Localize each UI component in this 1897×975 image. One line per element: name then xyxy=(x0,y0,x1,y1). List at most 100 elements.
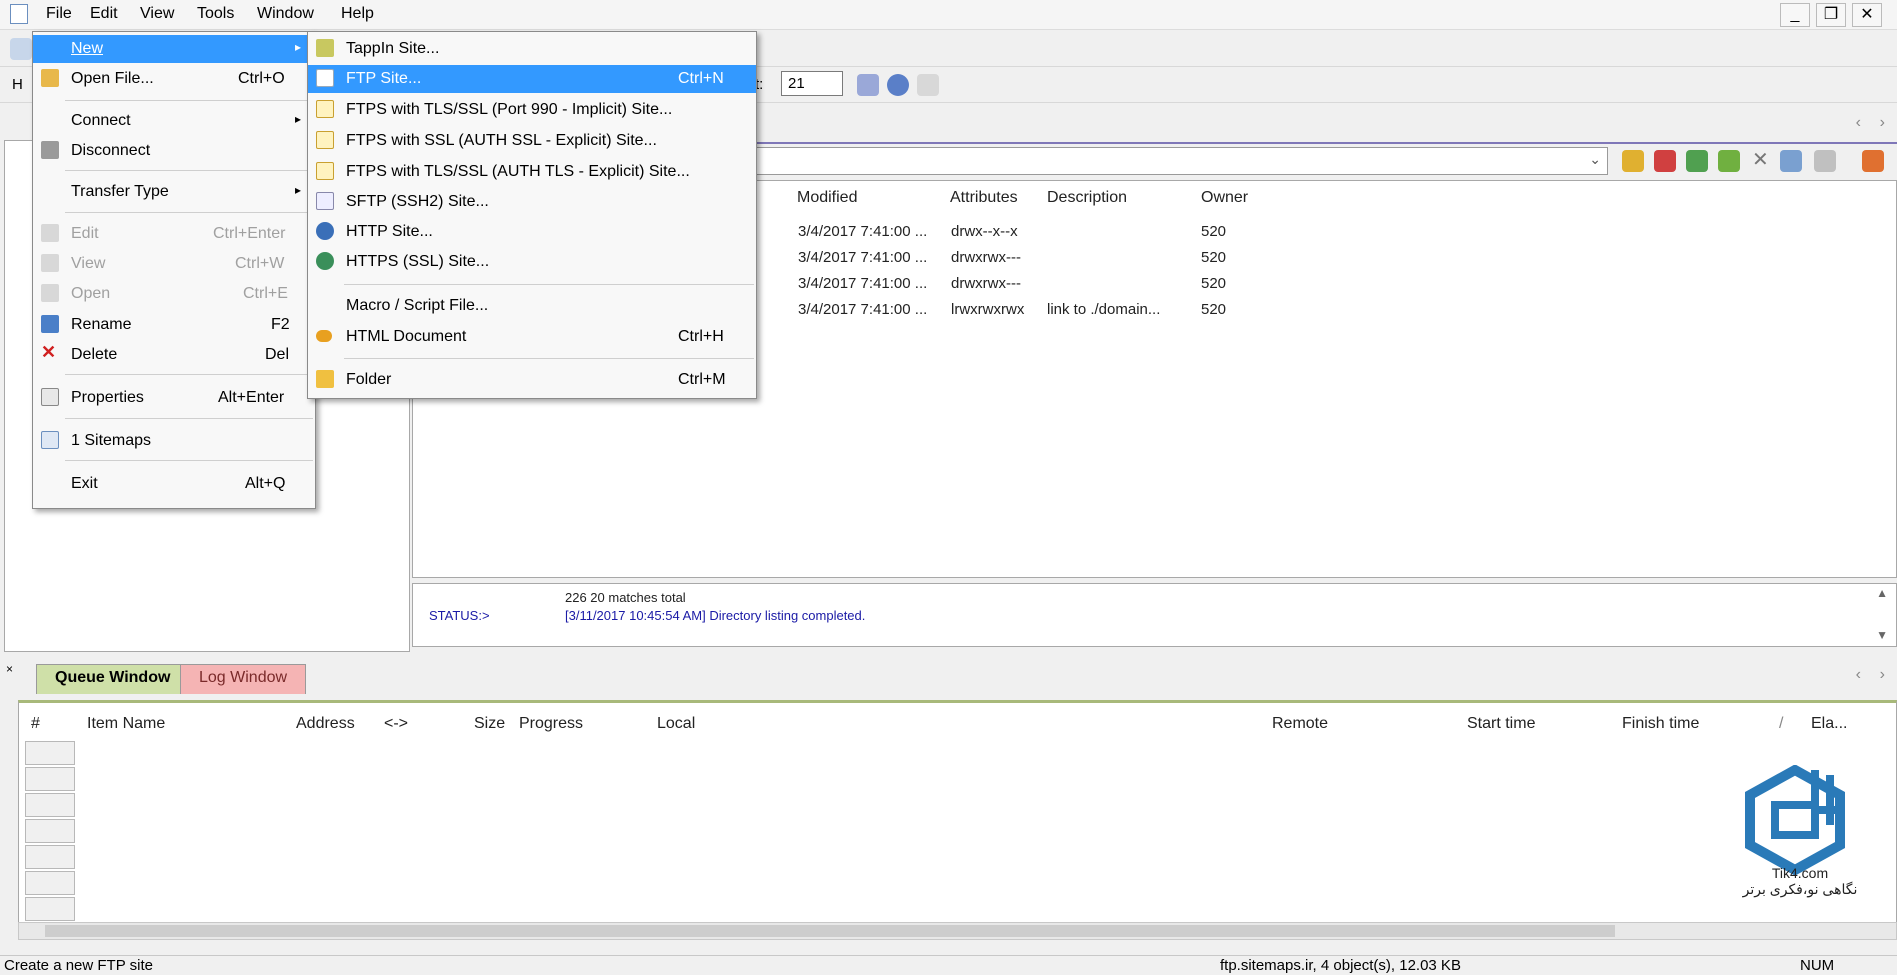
queue-col-progress[interactable]: Progress xyxy=(519,715,583,733)
menu-item-connect[interactable]: Connect ▸ xyxy=(33,107,315,135)
menu-item-delete[interactable]: ✕ Delete Del xyxy=(33,341,315,369)
horizontal-scrollbar[interactable] xyxy=(18,922,1897,940)
globe-icon[interactable] xyxy=(887,74,909,96)
queue-row-header[interactable] xyxy=(25,845,75,869)
queue-col-direction[interactable]: <-> xyxy=(384,715,408,733)
queue-col-size[interactable]: Size xyxy=(474,715,505,733)
column-owner[interactable]: Owner xyxy=(1201,189,1248,207)
submenu-item-http-site[interactable]: HTTP Site... xyxy=(308,218,756,246)
scrollbar-thumb[interactable] xyxy=(45,925,1615,937)
menu-item-label: SFTP (SSH2) Site... xyxy=(346,193,489,210)
queue-col-remote[interactable]: Remote xyxy=(1272,715,1328,733)
queue-col-local[interactable]: Local xyxy=(657,715,695,733)
submenu-item-folder[interactable]: Folder Ctrl+M xyxy=(308,366,756,394)
queue-col-sort[interactable]: / xyxy=(1779,715,1783,733)
chevron-down-icon[interactable]: ⌄ xyxy=(1589,151,1601,168)
tab-queue-window[interactable]: Queue Window xyxy=(36,664,190,694)
queue-col-index[interactable]: # xyxy=(31,715,40,733)
submenu-item-ftp-site[interactable]: FTP Site... Ctrl+N xyxy=(308,65,756,93)
scroll-down-icon[interactable]: ▼ xyxy=(1876,628,1888,642)
queue-col-address[interactable]: Address xyxy=(296,715,355,733)
queue-col-item-name[interactable]: Item Name xyxy=(87,715,165,733)
queue-table[interactable]: # Item Name Address <-> Size Progress Lo… xyxy=(18,700,1897,938)
status-message: Create a new FTP site xyxy=(4,957,153,974)
menu-item-label: Properties xyxy=(71,389,144,406)
queue-col-elapsed[interactable]: Ela... xyxy=(1811,715,1847,733)
menu-tools[interactable]: Tools xyxy=(197,5,234,23)
column-description[interactable]: Description xyxy=(1047,189,1127,207)
submenu-item-macro-script[interactable]: Macro / Script File... xyxy=(308,292,756,320)
menu-item-shortcut: Del xyxy=(265,346,290,363)
queue-row-header[interactable] xyxy=(25,741,75,765)
menu-help[interactable]: Help xyxy=(341,5,374,23)
queue-col-start-time[interactable]: Start time xyxy=(1467,715,1535,733)
menu-separator xyxy=(65,460,313,461)
menu-edit[interactable]: Edit xyxy=(90,5,118,23)
menu-item-shortcut: Ctrl+Enter xyxy=(213,225,286,242)
menu-file[interactable]: File xyxy=(46,5,72,23)
scroll-up-icon[interactable]: ▲ xyxy=(1876,586,1888,600)
menu-window[interactable]: Window xyxy=(257,5,314,23)
menu-item-new[interactable]: New ▸ xyxy=(33,35,315,63)
submenu-item-ftps-auth-tls[interactable]: FTPS with TLS/SSL (AUTH TLS - Explicit) … xyxy=(308,158,756,186)
ftps-lock-icon xyxy=(316,131,334,149)
queue-row-header[interactable] xyxy=(25,767,75,791)
up-folder-icon[interactable] xyxy=(1622,150,1644,172)
settings-icon[interactable] xyxy=(917,74,939,96)
status-bar: Create a new FTP site ftp.sitemaps.ir, 4… xyxy=(0,955,1897,975)
menu-item-label: FTPS with TLS/SSL (AUTH TLS - Explicit) … xyxy=(346,163,690,180)
pane-close-icon[interactable]: × xyxy=(6,662,13,676)
bookmark-icon[interactable] xyxy=(1654,150,1676,172)
port-input[interactable] xyxy=(781,71,843,96)
menu-item-rename[interactable]: Rename F2 xyxy=(33,311,315,339)
menu-item-label: FTP Site... xyxy=(346,70,422,87)
queue-tabs: Queue Window Log Window ‹ › xyxy=(18,660,1897,696)
queue-scroll-left-icon[interactable]: ‹ xyxy=(1856,666,1861,684)
tab-scroll-right-icon[interactable]: › xyxy=(1880,114,1885,132)
filter-icon[interactable] xyxy=(1718,150,1740,172)
quick-connect-icon[interactable] xyxy=(10,38,32,60)
chart-icon[interactable] xyxy=(1862,150,1884,172)
submenu-arrow-icon: ▸ xyxy=(295,112,302,126)
menu-item-label: Exit xyxy=(71,475,98,492)
submenu-item-ftps-implicit[interactable]: FTPS with TLS/SSL (Port 990 - Implicit) … xyxy=(308,96,756,124)
sync-icon[interactable] xyxy=(1814,150,1836,172)
submenu-item-tappin-site[interactable]: TappIn Site... xyxy=(308,35,756,63)
menu-item-transfer-type[interactable]: Transfer Type ▸ xyxy=(33,178,315,206)
menu-item-open-file[interactable]: Open File... Ctrl+O xyxy=(33,65,315,93)
refresh-icon[interactable] xyxy=(1686,150,1708,172)
menu-item-exit[interactable]: Exit Alt+Q xyxy=(33,470,315,498)
restore-button[interactable]: ❐ xyxy=(1816,3,1846,27)
stop-icon[interactable]: ✕ xyxy=(1752,147,1769,172)
menu-item-recent-sitemaps[interactable]: 1 Sitemaps xyxy=(33,427,315,455)
menu-item-label: 1 Sitemaps xyxy=(71,432,152,449)
submenu-item-html-document[interactable]: HTML Document Ctrl+H xyxy=(308,323,756,351)
menu-view[interactable]: View xyxy=(140,5,174,23)
queue-row-header[interactable] xyxy=(25,793,75,817)
queue-row-header[interactable] xyxy=(25,871,75,895)
queue-col-finish-time[interactable]: Finish time xyxy=(1622,715,1699,733)
queue-row-header[interactable] xyxy=(25,819,75,843)
menu-item-label: Folder xyxy=(346,371,392,388)
tab-scroll-left-icon[interactable]: ‹ xyxy=(1856,114,1861,132)
minimize-button[interactable]: _ xyxy=(1780,3,1810,27)
queue-row-header[interactable] xyxy=(25,897,75,921)
menu-item-view[interactable]: View Ctrl+W xyxy=(33,250,315,278)
submenu-item-sftp-site[interactable]: SFTP (SSH2) Site... xyxy=(308,188,756,216)
connect-icon[interactable] xyxy=(857,74,879,96)
submenu-item-https-site[interactable]: HTTPS (SSL) Site... xyxy=(308,248,756,276)
column-modified[interactable]: Modified xyxy=(797,189,857,207)
menu-item-disconnect[interactable]: Disconnect xyxy=(33,137,315,165)
menu-item-properties[interactable]: Properties Alt+Enter xyxy=(33,384,315,412)
submenu-item-ftps-auth-ssl[interactable]: FTPS with SSL (AUTH SSL - Explicit) Site… xyxy=(308,127,756,155)
menu-item-label: Delete xyxy=(71,346,118,363)
cell-owner: 520 xyxy=(1201,223,1227,240)
view-mode-icon[interactable] xyxy=(1780,150,1802,172)
column-attributes[interactable]: Attributes xyxy=(950,189,1018,207)
queue-scroll-right-icon[interactable]: › xyxy=(1880,666,1885,684)
close-button[interactable]: ✕ xyxy=(1852,3,1882,27)
menu-item-open[interactable]: Open Ctrl+E xyxy=(33,280,315,308)
watermark-tagline: نگاهی نو،فکری برتر xyxy=(1742,881,1858,897)
menu-item-edit[interactable]: Edit Ctrl+Enter xyxy=(33,220,315,248)
tab-log-window[interactable]: Log Window xyxy=(180,664,307,694)
